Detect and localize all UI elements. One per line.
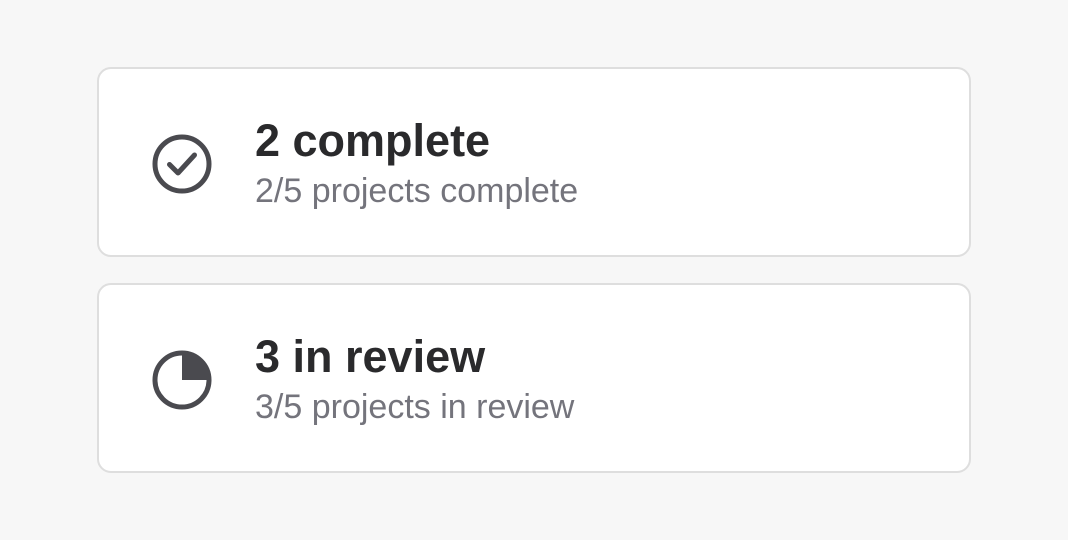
status-card-title: 3 in review [255,331,486,382]
status-card-subtitle: 3/5 projects in review [255,388,575,426]
check-circle-icon [151,133,213,195]
status-card-text: 2 complete 2/5 projects complete [255,115,578,211]
pie-chart-icon [151,349,213,411]
status-card-title: 2 complete [255,115,491,166]
status-card-in-review[interactable]: 3 in review 3/5 projects in review [97,283,971,473]
status-card-complete[interactable]: 2 complete 2/5 projects complete [97,67,971,257]
status-card-text: 3 in review 3/5 projects in review [255,331,574,427]
status-card-subtitle: 2/5 projects complete [255,172,579,210]
status-card-list: 2 complete 2/5 projects complete 3 in re… [97,67,971,473]
